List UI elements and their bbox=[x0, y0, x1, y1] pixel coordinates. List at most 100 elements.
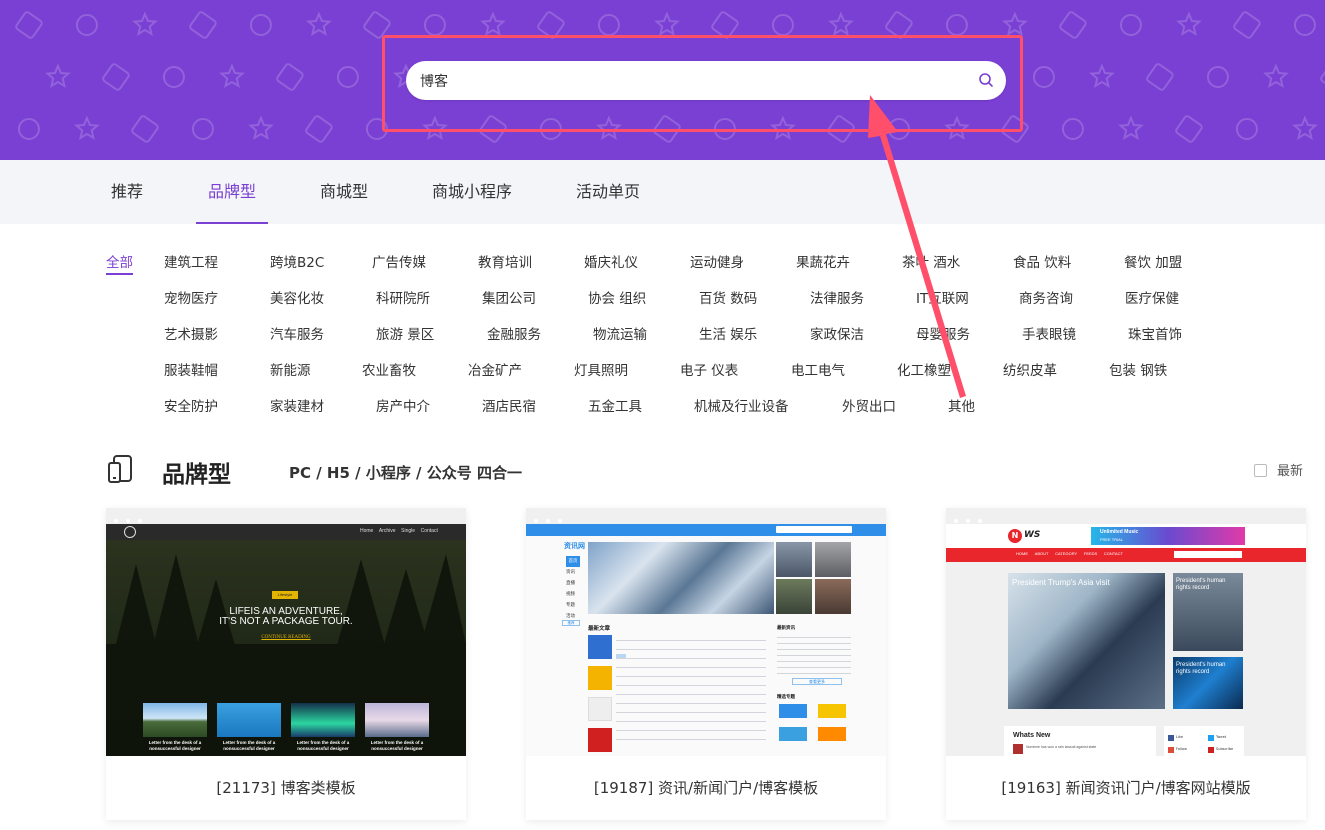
search-icon[interactable] bbox=[978, 72, 994, 88]
category-item[interactable]: 新能源 bbox=[270, 359, 311, 379]
category-item[interactable]: 五金工具 bbox=[588, 395, 642, 415]
category-item[interactable]: 灯具照明 bbox=[574, 359, 628, 379]
category-item[interactable]: 汽车服务 bbox=[270, 323, 324, 343]
preview-thumb-caption: Letter from the desk of a nonsuccessful d… bbox=[296, 740, 350, 751]
category-item[interactable]: 跨境B2C bbox=[270, 251, 324, 271]
category-item[interactable]: 家装建材 bbox=[270, 395, 324, 415]
pattern-shape bbox=[45, 63, 71, 88]
preview-logo-mark: N bbox=[1008, 529, 1022, 543]
window-dots bbox=[946, 508, 1306, 524]
category-item[interactable]: 外贸出口 bbox=[842, 395, 896, 415]
tab-mall-miniprogram[interactable]: 商城小程序 bbox=[432, 160, 512, 224]
tab-recommend[interactable]: 推荐 bbox=[111, 160, 143, 224]
category-all[interactable]: 全部 bbox=[106, 251, 133, 275]
category-item[interactable]: 珠宝首饰 bbox=[1128, 323, 1182, 343]
pattern-shape bbox=[189, 11, 217, 39]
preview-read-link: CONTINUE READING bbox=[261, 635, 311, 640]
category-item[interactable]: 纺织皮革 bbox=[1003, 359, 1057, 379]
category-item[interactable]: 包装 钢铁 bbox=[1109, 359, 1167, 379]
category-item[interactable]: 母婴服务 bbox=[916, 323, 970, 343]
category-item[interactable]: 商务咨询 bbox=[1019, 287, 1073, 307]
pattern-shape bbox=[1176, 11, 1202, 36]
pattern-shape bbox=[75, 14, 98, 36]
tab-mall[interactable]: 商城型 bbox=[320, 160, 368, 224]
template-card[interactable]: N WS Unlimited Music FREE TRIAL HOME ABOU… bbox=[946, 508, 1306, 820]
category-item[interactable]: 化工橡塑 bbox=[897, 359, 951, 379]
category-item[interactable]: 机械及行业设备 bbox=[694, 395, 789, 415]
category-item[interactable]: 旅游 景区 bbox=[376, 323, 434, 343]
preview-thumb bbox=[217, 703, 281, 737]
template-card[interactable]: 资讯网 首页 资讯 直播 视频 专题 活动 最新文章 最新资讯 查看更多 精选专… bbox=[526, 508, 886, 820]
latest-filter[interactable]: 最新 bbox=[1254, 460, 1303, 479]
template-card-title[interactable]: [19187] 资讯/新闻门户/博客模板 bbox=[526, 756, 886, 820]
search-bar bbox=[406, 61, 1006, 100]
category-item[interactable]: 金融服务 bbox=[487, 323, 541, 343]
pattern-shape bbox=[1233, 11, 1261, 39]
pattern-shape bbox=[480, 11, 506, 36]
category-item[interactable]: 家政保洁 bbox=[810, 323, 864, 343]
category-item[interactable]: 运动健身 bbox=[690, 251, 744, 271]
pattern-shape bbox=[276, 63, 304, 91]
preview-logo: 资讯网 bbox=[564, 542, 585, 550]
category-item[interactable]: 服装鞋帽 bbox=[164, 359, 218, 379]
pattern-shape bbox=[102, 63, 130, 91]
search-input[interactable] bbox=[420, 61, 960, 100]
latest-checkbox[interactable] bbox=[1254, 464, 1267, 477]
preview-thumb-caption: Letter from the desk of a nonsuccessful d… bbox=[370, 740, 424, 751]
category-item[interactable]: 房产中介 bbox=[376, 395, 430, 415]
category-item[interactable]: 教育培训 bbox=[478, 251, 532, 271]
pattern-shape bbox=[597, 14, 620, 36]
template-type-tabs: 推荐 品牌型 商城型 商城小程序 活动单页 bbox=[0, 160, 1325, 224]
template-preview: N WS Unlimited Music FREE TRIAL HOME ABOU… bbox=[946, 508, 1306, 756]
pattern-shape bbox=[828, 11, 854, 36]
preview-hero-image bbox=[588, 542, 774, 614]
pattern-shape bbox=[1235, 118, 1258, 140]
category-item[interactable]: 协会 组织 bbox=[588, 287, 646, 307]
category-item[interactable]: 法律服务 bbox=[810, 287, 864, 307]
preview-thumb bbox=[291, 703, 355, 737]
category-item[interactable]: 建筑工程 bbox=[164, 251, 218, 271]
category-item[interactable]: 果蔬花卉 bbox=[796, 251, 850, 271]
pattern-shape bbox=[1293, 14, 1316, 36]
pattern-shape bbox=[191, 118, 214, 140]
category-item[interactable]: 科研院所 bbox=[376, 287, 430, 307]
category-item[interactable]: 百货 数码 bbox=[699, 287, 757, 307]
category-item[interactable]: 手表眼镜 bbox=[1022, 323, 1076, 343]
pattern-shape bbox=[423, 14, 446, 36]
category-item[interactable]: 酒店民宿 bbox=[482, 395, 536, 415]
pattern-shape bbox=[1206, 66, 1229, 88]
preview-section-title: 最新资讯 bbox=[777, 626, 795, 631]
category-item[interactable]: 艺术摄影 bbox=[164, 323, 218, 343]
pattern-shape bbox=[336, 66, 359, 88]
pattern-shape bbox=[945, 14, 968, 36]
category-item[interactable]: 广告传媒 bbox=[372, 251, 426, 271]
category-item[interactable]: 食品 饮料 bbox=[1013, 251, 1071, 271]
category-item[interactable]: 医疗保健 bbox=[1125, 287, 1179, 307]
pattern-shape bbox=[1292, 115, 1318, 140]
category-item[interactable]: 集团公司 bbox=[482, 287, 536, 307]
preview-more-button: 查看更多 bbox=[792, 678, 842, 685]
template-card-title[interactable]: [19163] 新闻资讯门户/博客网站模版 bbox=[946, 756, 1306, 820]
category-item[interactable]: 电工电气 bbox=[791, 359, 845, 379]
preview-thumb-caption: Letter from the desk of a nonsuccessful d… bbox=[148, 740, 202, 751]
template-card[interactable]: Home Archive Single Contact Lifestyle LI… bbox=[106, 508, 466, 820]
pattern-shape bbox=[654, 11, 680, 36]
tab-event-page[interactable]: 活动单页 bbox=[576, 160, 640, 224]
category-item[interactable]: 婚庆礼仪 bbox=[584, 251, 638, 271]
tab-brand[interactable]: 品牌型 bbox=[195, 160, 269, 224]
category-item[interactable]: 茶叶 酒水 bbox=[902, 251, 960, 271]
category-item[interactable]: 美容化妆 bbox=[270, 287, 324, 307]
category-item[interactable]: 其他 bbox=[948, 395, 975, 415]
category-item[interactable]: 安全防护 bbox=[164, 395, 218, 415]
category-item[interactable]: 生活 娱乐 bbox=[699, 323, 757, 343]
category-item[interactable]: 冶金矿产 bbox=[468, 359, 522, 379]
preview-side-text: President's human rights record bbox=[1176, 662, 1226, 675]
category-item[interactable]: 餐饮 加盟 bbox=[1124, 251, 1182, 271]
pattern-shape bbox=[248, 115, 274, 140]
category-item[interactable]: 物流运输 bbox=[593, 323, 647, 343]
category-item[interactable]: 电子 仪表 bbox=[680, 359, 738, 379]
category-item[interactable]: 宠物医疗 bbox=[164, 287, 218, 307]
category-item[interactable]: IT互联网 bbox=[916, 287, 969, 307]
template-card-title[interactable]: [21173] 博客类模板 bbox=[106, 756, 466, 820]
category-item[interactable]: 农业畜牧 bbox=[362, 359, 416, 379]
